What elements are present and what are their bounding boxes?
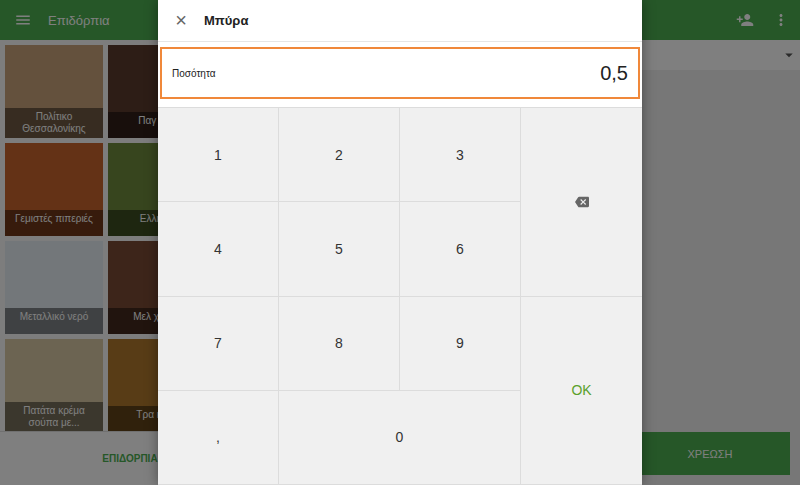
keypad: 123 456 789,0OK [158, 107, 642, 485]
backspace-icon [575, 195, 589, 209]
keypad-key[interactable]: 5 [279, 202, 400, 296]
field-value: 0,5 [600, 62, 628, 85]
field-label: Ποσότητα [172, 68, 215, 79]
keypad-key[interactable]: 1 [158, 108, 279, 202]
field-wrap: Ποσότητα 0,5 [158, 42, 642, 107]
keypad-key[interactable]: 6 [400, 202, 521, 296]
dialog-header: × Μπύρα [158, 0, 642, 42]
backspace-key[interactable] [521, 108, 642, 297]
keypad-key[interactable]: 4 [158, 202, 279, 296]
ok-key[interactable]: OK [521, 297, 642, 485]
keypad-key[interactable]: 7 [158, 297, 279, 391]
keypad-key[interactable]: 9 [400, 297, 521, 391]
keypad-key[interactable]: 2 [279, 108, 400, 202]
quantity-dialog: × Μπύρα Ποσότητα 0,5 123 456 789,0OK [158, 0, 642, 485]
quantity-field[interactable]: Ποσότητα 0,5 [160, 47, 640, 99]
keypad-key[interactable]: 8 [279, 297, 400, 391]
keypad-key[interactable]: 0 [279, 391, 521, 485]
keypad-key[interactable]: 3 [400, 108, 521, 202]
close-button[interactable]: × [174, 9, 188, 32]
dialog-title: Μπύρα [204, 13, 248, 28]
keypad-key[interactable]: , [158, 391, 279, 485]
pos-screen: ΕπιδόρπιαΠολίτικο ΘεσσαλονίκηςΠαγ ΣοκΓεμ… [0, 0, 800, 485]
